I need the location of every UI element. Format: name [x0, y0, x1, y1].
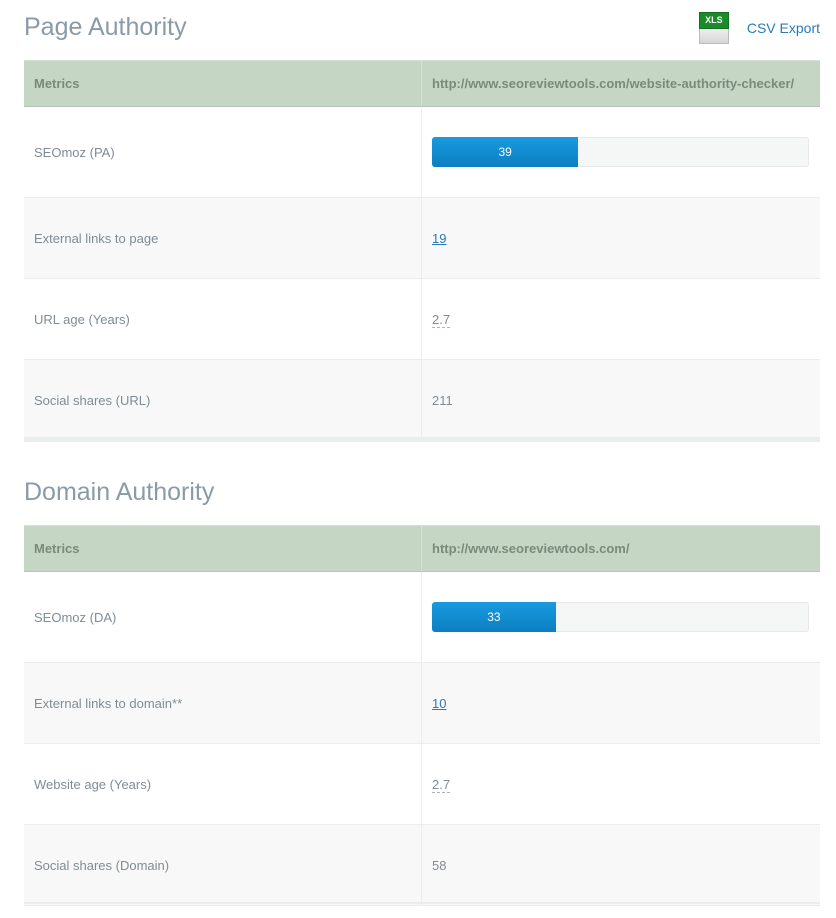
- table-row: External links to domain** 10: [24, 662, 820, 744]
- table-row: Social shares (URL) 211: [24, 359, 820, 441]
- table-row: SEOmoz (PA) 39: [24, 106, 820, 198]
- table-row: SEOmoz (DA) 33: [24, 571, 820, 663]
- page-authority-section: Page Authority XLS CSV Export Metrics ht…: [24, 0, 820, 450]
- table-footer: [24, 437, 820, 442]
- metric-label: Social shares (URL): [24, 359, 422, 441]
- table-header-row: Metrics http://www.seoreviewtools.com/: [24, 525, 820, 572]
- metric-label: SEOmoz (PA): [24, 106, 422, 198]
- table-row: Website age (Years) 2.7: [24, 743, 820, 825]
- page-authority-title: Page Authority: [24, 13, 187, 41]
- website-age-value: 2.7: [432, 776, 451, 793]
- metric-label: Website age (Years): [24, 743, 422, 825]
- table-row: External links to page 19: [24, 197, 820, 279]
- metric-label: External links to page: [24, 197, 422, 279]
- xls-icon-label: XLS: [698, 12, 729, 29]
- social-shares-url-value: 211: [421, 359, 820, 441]
- table-row: Social shares (Domain) 58: [24, 824, 820, 906]
- metric-label: SEOmoz (DA): [24, 571, 422, 663]
- url-header: http://www.seoreviewtools.com/: [421, 525, 820, 572]
- table-footer: [24, 902, 820, 904]
- url-header: http://www.seoreviewtools.com/website-au…: [421, 60, 820, 107]
- metric-label: External links to domain**: [24, 662, 422, 744]
- da-progress-fill: 33: [432, 602, 556, 632]
- domain-authority-section: Domain Authority Metrics http://www.seor…: [24, 465, 820, 918]
- xls-file-icon[interactable]: XLS: [698, 12, 729, 44]
- metric-label: URL age (Years): [24, 278, 422, 360]
- page-authority-table: Metrics http://www.seoreviewtools.com/we…: [24, 60, 820, 441]
- pa-progress-fill: 39: [432, 137, 579, 167]
- external-links-domain-link[interactable]: 10: [432, 696, 446, 711]
- table-header-row: Metrics http://www.seoreviewtools.com/we…: [24, 60, 820, 107]
- external-links-page-link[interactable]: 19: [432, 231, 446, 246]
- metric-label: Social shares (Domain): [24, 824, 422, 906]
- url-age-value: 2.7: [432, 311, 451, 328]
- csv-export-link[interactable]: CSV Export: [747, 20, 820, 36]
- social-shares-domain-value: 58: [421, 824, 820, 906]
- domain-authority-table: Metrics http://www.seoreviewtools.com/ S…: [24, 525, 820, 906]
- metrics-header: Metrics: [24, 60, 422, 107]
- domain-authority-title: Domain Authority: [24, 478, 215, 506]
- pa-progress-bar: 39: [432, 137, 809, 167]
- export-area: XLS CSV Export: [698, 12, 820, 44]
- da-progress-bar: 33: [432, 602, 809, 632]
- metrics-header: Metrics: [24, 525, 422, 572]
- table-row: URL age (Years) 2.7: [24, 278, 820, 360]
